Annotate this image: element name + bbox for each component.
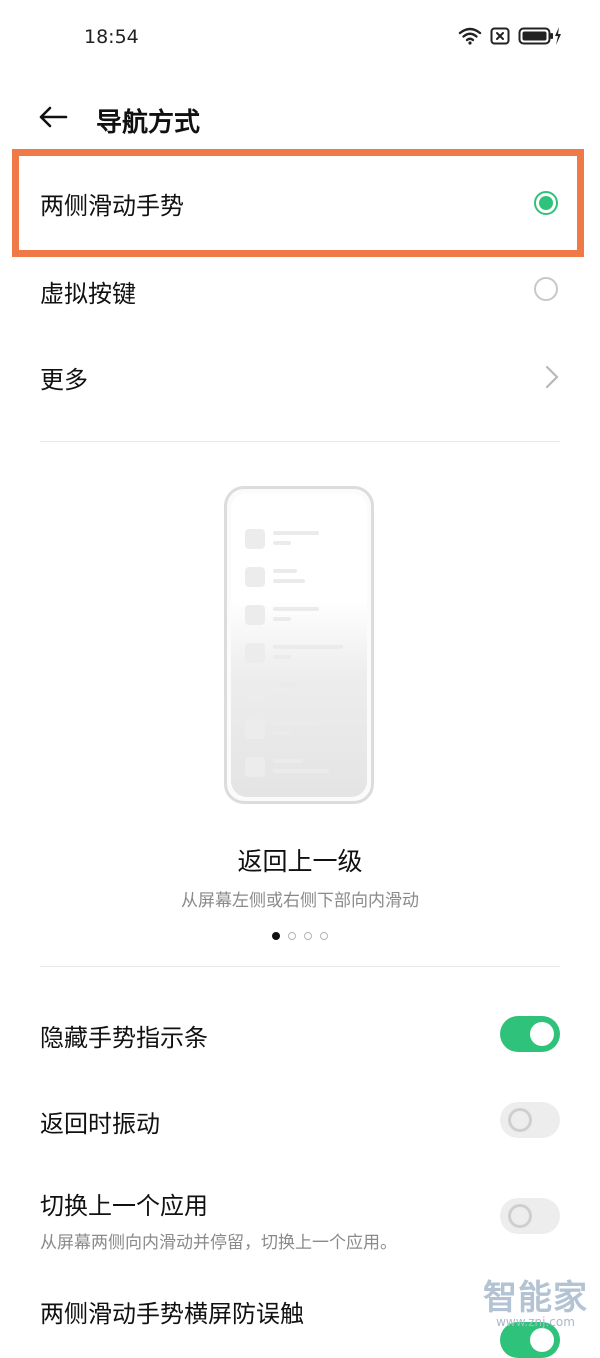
page-dot-1[interactable] — [272, 932, 280, 940]
setting-label: 隐藏手势指示条 — [40, 1024, 208, 1052]
divider — [40, 441, 560, 442]
vibrate-on-back-toggle[interactable] — [500, 1102, 560, 1138]
back-button[interactable] — [36, 100, 70, 134]
setting-hide-gesture-bar: 隐藏手势指示条 — [0, 1000, 600, 1070]
status-time: 18:54 — [84, 26, 139, 48]
status-icons — [458, 26, 562, 46]
phone-screen — [231, 493, 367, 797]
hide-gesture-bar-toggle[interactable] — [500, 1016, 560, 1052]
option-virtual-keys[interactable]: 虚拟按键 — [0, 248, 600, 334]
option-virtual-keys-label: 虚拟按键 — [40, 280, 136, 308]
page-dot-3[interactable] — [304, 932, 312, 940]
page-indicator — [0, 932, 600, 940]
setting-label: 两侧滑动手势横屏防误触 — [40, 1300, 304, 1328]
option-virtual-keys-radio[interactable] — [534, 277, 558, 301]
setting-sublabel: 从屏幕两侧向内滑动并停留，切换上一个应用。 — [40, 1233, 397, 1253]
switch-previous-app-toggle[interactable] — [500, 1198, 560, 1234]
arrow-left-icon — [39, 106, 68, 128]
watermark-url: www.znj.com — [496, 1315, 575, 1329]
illustration-title: 返回上一级 — [237, 847, 363, 876]
sim-blocked-icon — [490, 27, 510, 45]
page-dot-4[interactable] — [320, 932, 328, 940]
setting-label: 切换上一个应用 — [40, 1192, 208, 1220]
illustration-subtitle: 从屏幕左侧或右侧下部向内滑动 — [181, 891, 419, 911]
wifi-icon — [458, 27, 482, 45]
more-label: 更多 — [40, 366, 88, 394]
more-row[interactable]: 更多 — [0, 334, 600, 420]
watermark-logo: 智能家 — [483, 1278, 588, 1318]
battery-charging-icon — [518, 27, 561, 45]
highlight-box — [12, 149, 584, 257]
page-title: 导航方式 — [96, 108, 201, 138]
setting-switch-previous-app: 切换上一个应用 从屏幕两侧向内滑动并停留，切换上一个应用。 — [0, 1172, 600, 1262]
page-dot-2[interactable] — [288, 932, 296, 940]
watermark: 智能家 www.znj.com — [483, 1270, 588, 1329]
setting-label: 返回时振动 — [40, 1110, 160, 1138]
chevron-right-icon — [545, 365, 559, 389]
gesture-illustration — [224, 486, 374, 804]
divider — [40, 966, 560, 967]
setting-vibrate-on-back: 返回时振动 — [0, 1086, 600, 1156]
